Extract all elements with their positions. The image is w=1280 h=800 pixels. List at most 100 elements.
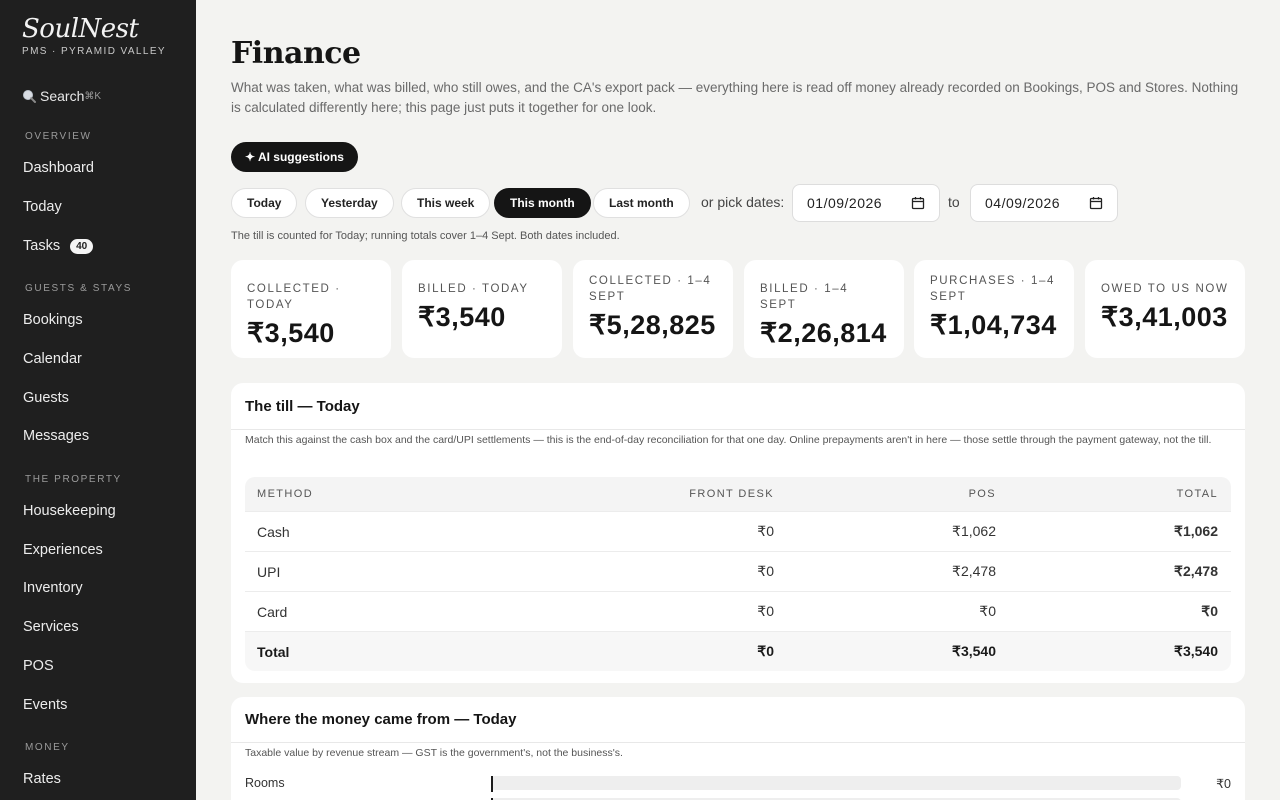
sidebar-item-label: Tasks [23, 238, 61, 254]
stat-label: BILLED · TODAY [418, 283, 529, 295]
to-date-field[interactable]: 04/09/2026 [970, 184, 1118, 222]
main-content: Finance What was taken, what was billed,… [196, 0, 1280, 800]
brand-logo: SoulNest [22, 14, 139, 44]
stat-card-owed-now: OWED TO US NOW ₹3,41,003 [1085, 260, 1245, 358]
sidebar-item-messages[interactable]: Messages [23, 428, 89, 444]
from-date-field[interactable]: 01/09/2026 [792, 184, 940, 222]
cell-pos: ₹0 [979, 603, 996, 619]
sidebar-item-dashboard[interactable]: Dashboard [23, 160, 94, 176]
table-row: Card ₹0 ₹0 ₹0 [245, 591, 1231, 631]
to-label: to [948, 194, 960, 210]
stat-card-collected-period: COLLECTED · 1–4 SEPT ₹5,28,825 [573, 260, 733, 358]
cell-pos: ₹3,540 [952, 643, 996, 659]
stat-value: ₹3,540 [418, 302, 506, 332]
sidebar-item-guests[interactable]: Guests [23, 390, 69, 406]
nav-section-money: MONEY [25, 742, 70, 753]
search-button[interactable]: Search ⌘K [22, 86, 172, 106]
revenue-stream-label: Rooms [245, 776, 285, 790]
sidebar-item-rates[interactable]: Rates [23, 771, 61, 787]
pick-dates-label: or pick dates: [701, 194, 785, 210]
till-panel-title: The till — Today [245, 398, 360, 415]
stat-label: PURCHASES · 1–4 SEPT [930, 275, 1055, 303]
revenue-stream-row: Rooms ₹0 [245, 775, 1231, 792]
cell-front-desk: ₹0 [757, 523, 774, 539]
table-row: UPI ₹0 ₹2,478 ₹2,478 [245, 551, 1231, 591]
cell-method: Total [257, 643, 290, 660]
range-note: The till is counted for Today; running t… [231, 230, 620, 242]
stat-value: ₹1,04,734 [930, 310, 1057, 340]
cell-method: UPI [257, 563, 281, 580]
sidebar-item-today[interactable]: Today [23, 199, 62, 215]
range-this-week-button[interactable]: This week [401, 188, 491, 218]
calendar-icon[interactable] [1089, 196, 1103, 210]
sidebar-item-experiences[interactable]: Experiences [23, 542, 103, 558]
range-last-month-button[interactable]: Last month [593, 188, 690, 218]
cell-method: Cash [257, 523, 290, 540]
till-panel: The till — Today Match this against the … [231, 383, 1245, 683]
sidebar-item-events[interactable]: Events [23, 697, 67, 713]
till-table: METHOD FRONT DESK POS TOTAL Cash ₹0 ₹1,0… [245, 477, 1231, 671]
stat-label: COLLECTED · TODAY [247, 283, 341, 311]
revenue-stream-value: ₹0 [1216, 776, 1231, 791]
brand-subtitle: PMS · PYRAMID VALLEY [22, 46, 166, 57]
cell-pos: ₹2,478 [952, 563, 996, 579]
sidebar-item-bookings[interactable]: Bookings [23, 312, 83, 328]
search-shortcut: ⌘K [84, 90, 102, 102]
sidebar-item-pos[interactable]: POS [23, 658, 54, 674]
cell-front-desk: ₹0 [757, 563, 774, 579]
stat-value: ₹3,41,003 [1101, 302, 1228, 332]
table-header-row: METHOD FRONT DESK POS TOTAL [245, 477, 1231, 511]
stat-value: ₹5,28,825 [589, 310, 716, 340]
range-today-button[interactable]: Today [231, 188, 298, 218]
range-yesterday-button[interactable]: Yesterday [305, 188, 394, 218]
sidebar: SoulNest PMS · PYRAMID VALLEY Search ⌘K … [0, 0, 196, 800]
cell-front-desk: ₹0 [757, 603, 774, 619]
table-row: Cash ₹0 ₹1,062 ₹1,062 [245, 511, 1231, 551]
cell-total: ₹3,540 [1174, 643, 1218, 659]
revenue-stream-bar-marker [491, 776, 493, 792]
stat-label: COLLECTED · 1–4 SEPT [589, 275, 712, 303]
nav-section-overview: OVERVIEW [25, 131, 92, 142]
stat-card-collected-today: COLLECTED · TODAY ₹3,540 [231, 260, 391, 358]
search-icon [23, 90, 36, 103]
brand[interactable]: SoulNest PMS · PYRAMID VALLEY [22, 14, 166, 57]
stat-label: OWED TO US NOW [1101, 283, 1229, 295]
stat-card-billed-today: BILLED · TODAY ₹3,540 [402, 260, 562, 358]
ai-suggestions-button[interactable]: ✦ AI suggestions [231, 142, 358, 172]
stat-card-billed-period: BILLED · 1–4 SEPT ₹2,26,814 [744, 260, 904, 358]
sidebar-item-services[interactable]: Services [23, 619, 79, 635]
stat-label: BILLED · 1–4 SEPT [760, 283, 849, 311]
column-header-pos: POS [968, 488, 996, 500]
nav-section-the-property: THE PROPERTY [25, 474, 122, 485]
tasks-count-badge: 40 [70, 238, 94, 254]
cell-pos: ₹1,062 [952, 523, 996, 539]
stat-value: ₹3,540 [247, 318, 335, 348]
cell-front-desk: ₹0 [757, 643, 774, 659]
cell-total: ₹0 [1201, 603, 1218, 619]
page-description: What was taken, what was billed, who sti… [231, 80, 1239, 115]
sidebar-item-calendar[interactable]: Calendar [23, 351, 82, 367]
cell-total: ₹1,062 [1174, 523, 1218, 539]
column-header-method: METHOD [257, 488, 314, 500]
page-title: Finance [231, 36, 361, 71]
sidebar-item-housekeeping[interactable]: Housekeeping [23, 503, 116, 519]
table-total-row: Total ₹0 ₹3,540 ₹3,540 [245, 631, 1231, 671]
stat-card-purchases-period: PURCHASES · 1–4 SEPT ₹1,04,734 [914, 260, 1074, 358]
sidebar-item-inventory[interactable]: Inventory [23, 580, 83, 596]
nav-section-guests-stays: GUESTS & STAYS [25, 283, 133, 294]
sources-panel: Where the money came from — Today Taxabl… [231, 697, 1245, 800]
column-header-front-desk: FRONT DESK [689, 488, 774, 500]
sources-panel-note: Taxable value by revenue stream — GST is… [245, 747, 623, 759]
panel-divider [231, 742, 1245, 743]
range-this-month-button[interactable]: This month [494, 188, 591, 218]
sidebar-item-tasks[interactable]: Tasks 40 [23, 238, 94, 254]
search-label: Search [40, 88, 85, 104]
cell-method: Card [257, 603, 288, 620]
panel-divider [231, 429, 1245, 430]
calendar-icon[interactable] [911, 196, 925, 210]
till-panel-note: Match this against the cash box and the … [245, 434, 1212, 446]
to-date-value: 04/09/2026 [985, 195, 1061, 211]
from-date-value: 01/09/2026 [807, 195, 883, 211]
cell-total: ₹2,478 [1174, 563, 1218, 579]
revenue-stream-bar-track [491, 776, 1181, 792]
